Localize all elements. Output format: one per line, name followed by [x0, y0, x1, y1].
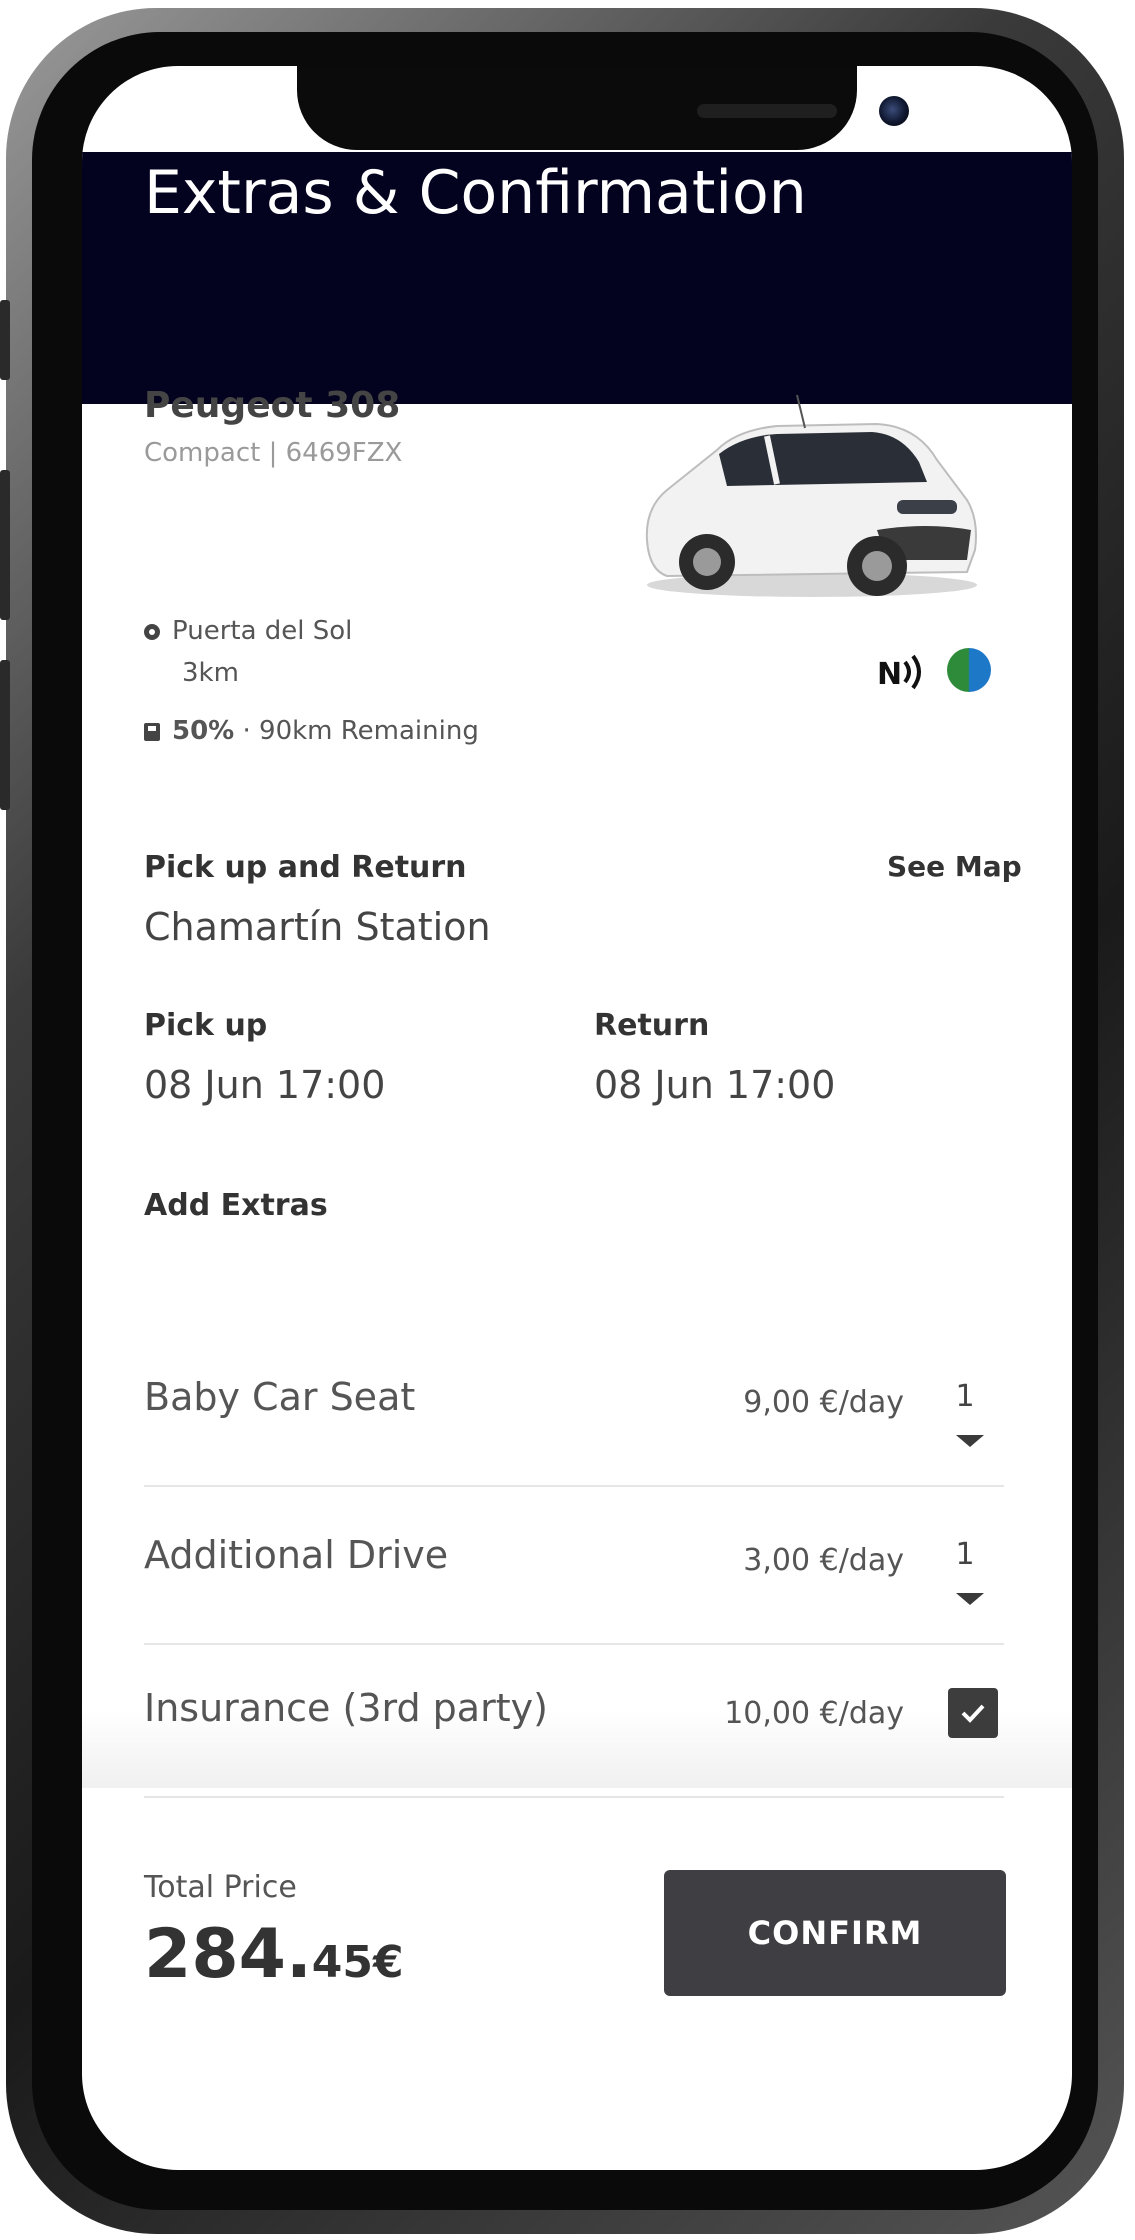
- confirm-button[interactable]: CONFIRM: [664, 1870, 1006, 1996]
- pickup-label: Pick up: [144, 1008, 268, 1043]
- extra-price: 3,00 €/day: [743, 1543, 904, 1578]
- extra-price: 9,00 €/day: [743, 1385, 904, 1420]
- total-price-main: 284.: [144, 1915, 312, 1994]
- fuel-percent: 50%: [172, 716, 235, 746]
- pickup-return-location: Chamartín Station: [144, 905, 491, 949]
- fuel-pump-icon: [144, 722, 160, 741]
- location-name: Puerta del Sol: [172, 616, 353, 646]
- speaker-grille: [697, 104, 837, 118]
- fuel-remaining: · 90km Remaining: [234, 716, 479, 746]
- page-title: Extras & Confirmation: [144, 158, 807, 228]
- see-map-link[interactable]: See Map: [887, 850, 1022, 883]
- extra-row-baby-seat: Baby Car Seat 9,00 €/day 1: [144, 1335, 1004, 1487]
- total-price-decimal: 45€: [311, 1937, 404, 1988]
- extra-name: Baby Car Seat: [144, 1375, 416, 1419]
- car-location: Puerta del Sol: [144, 616, 352, 646]
- total-price-label: Total Price: [144, 1870, 297, 1905]
- location-distance: 3km: [182, 658, 239, 688]
- eco-badge-icon: [947, 648, 991, 692]
- quantity-value[interactable]: 1: [950, 1537, 980, 1572]
- extras-title: Add Extras: [144, 1188, 328, 1223]
- return-datetime: 08 Jun 17:00: [594, 1063, 836, 1107]
- extra-row-additional-driver: Additional Drive 3,00 €/day 1: [144, 1493, 1004, 1645]
- footer-shadow: [82, 1708, 1072, 1788]
- car-subtitle: Compact | 6469FZX: [144, 438, 403, 468]
- location-pin-icon: [144, 623, 160, 640]
- caret-down-icon[interactable]: [956, 1435, 984, 1447]
- mute-switch: [0, 300, 10, 380]
- volume-up-button: [0, 470, 10, 620]
- pickup-return-label: Pick up and Return: [144, 850, 467, 885]
- caret-down-icon[interactable]: [956, 1593, 984, 1605]
- car-name: Peugeot 308: [144, 385, 401, 426]
- phone-notch: [297, 66, 909, 150]
- extra-name: Additional Drive: [144, 1533, 449, 1577]
- quantity-value[interactable]: 1: [950, 1379, 980, 1414]
- app-screen: [82, 66, 1072, 2170]
- svg-text:N: N: [877, 657, 902, 692]
- nfc-icon: N: [877, 654, 921, 692]
- total-price-value: 284.45€: [144, 1915, 404, 1994]
- return-label: Return: [594, 1008, 710, 1043]
- volume-down-button: [0, 660, 10, 810]
- front-camera-icon: [879, 96, 909, 126]
- pickup-datetime: 08 Jun 17:00: [144, 1063, 386, 1107]
- car-image: [645, 394, 977, 597]
- fuel-status: 50% · 90km Remaining: [144, 716, 479, 746]
